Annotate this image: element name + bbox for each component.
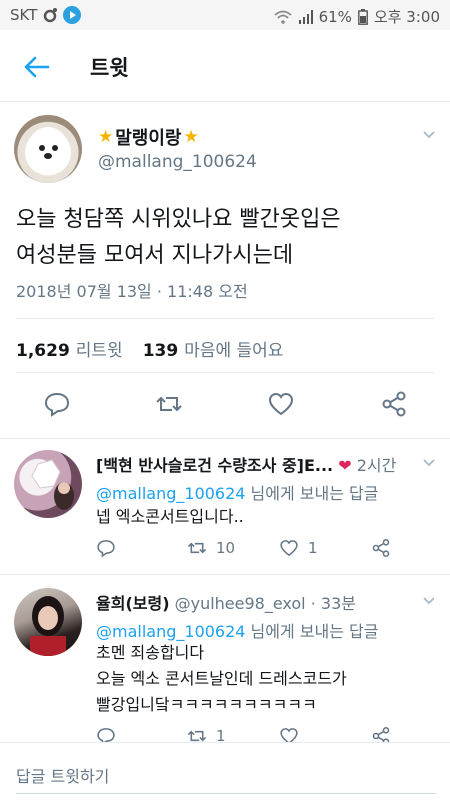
- tweet-stats: 1,629 리트윗 139 마음에 들어요: [16, 336, 297, 361]
- reply-time: · 33분: [310, 594, 356, 613]
- divider: [0, 574, 450, 575]
- avatar[interactable]: [14, 450, 82, 518]
- status-bar-right: 61% 오후 3:00: [273, 6, 440, 27]
- tweet-text-line: 여성분들 모여서 지나가시는데: [16, 243, 294, 268]
- heart-icon: [280, 728, 298, 742]
- avatar[interactable]: [14, 115, 82, 183]
- reply-icon: [97, 728, 115, 742]
- retweet-button[interactable]: 10: [186, 538, 235, 558]
- wifi-icon: [274, 10, 292, 24]
- reply-author-handle[interactable]: @yulhee98_exol: [175, 594, 306, 613]
- person-photo-icon: [30, 596, 66, 656]
- chevron-down-icon[interactable]: [422, 456, 436, 470]
- retweet-count[interactable]: 1,629: [16, 341, 70, 361]
- author-display-name: 말랭이랑: [115, 128, 182, 149]
- divider: [0, 438, 450, 439]
- page-title: 트윗: [90, 56, 129, 80]
- reply-actions: 10 1: [96, 538, 406, 562]
- reply-text: 초멘 죄송합니다 오늘 엑소 콘서트날인데 드레스코드가 빨강입니닼ㅋㅋㅋㅋㅋㅋ…: [96, 640, 416, 718]
- like-count[interactable]: 139: [143, 341, 179, 361]
- back-button[interactable]: [22, 52, 52, 82]
- reply-to-suffix: 님에게 보내는 답글: [245, 484, 379, 503]
- reply-button[interactable]: [96, 538, 116, 558]
- signal-icon: [298, 9, 313, 24]
- tweet-timestamp[interactable]: 2018년 07월 13일 · 11:48 오전: [16, 278, 248, 302]
- share-button[interactable]: [370, 726, 392, 742]
- reply-button[interactable]: [96, 726, 116, 742]
- status-bar: SKT 61% 오후 3:00: [0, 0, 450, 30]
- retweet-button[interactable]: 1: [186, 726, 226, 742]
- retweet-icon: [187, 730, 207, 742]
- retweet-icon: [187, 542, 207, 554]
- divider: [16, 372, 434, 373]
- retweet-count: 1: [216, 727, 226, 742]
- dog-nose: [44, 153, 52, 159]
- tweet-text-line: 오늘 청담쪽 시위있나요 빨간옷입은: [16, 207, 341, 232]
- play-circle-icon: [63, 6, 82, 24]
- replying-to: @mallang_100624 님에게 보내는 답글: [96, 480, 379, 504]
- chevron-down-icon[interactable]: [422, 128, 436, 142]
- compose-underline: [16, 793, 436, 794]
- exo-logo-icon: [31, 459, 74, 510]
- reply-to-mention[interactable]: @mallang_100624: [96, 622, 245, 641]
- clock: 오후 3:00: [373, 8, 440, 26]
- battery-icon: [358, 8, 368, 25]
- author-name[interactable]: ★ 말랭이랑 ★: [98, 124, 199, 150]
- tweet-text: 오늘 청담쪽 시위있나요 빨간옷입은 여성분들 모여서 지나가시는데: [16, 202, 436, 274]
- share-button[interactable]: [370, 538, 392, 558]
- reply-compose-input[interactable]: 답글 트윗하기: [16, 763, 109, 787]
- reply-to-mention[interactable]: @mallang_100624: [96, 484, 245, 503]
- reply-to-suffix: 님에게 보내는 답글: [245, 622, 379, 641]
- retweet-count: 10: [216, 539, 236, 557]
- heart-icon[interactable]: [267, 390, 295, 418]
- like-label[interactable]: 마음에 들어요: [184, 336, 283, 361]
- reply-author-name[interactable]: 율희(보령): [96, 594, 170, 613]
- heart-emoji-icon: ❤: [338, 456, 352, 475]
- sparkle-star-icon: ★: [183, 127, 199, 147]
- replying-to: @mallang_100624 님에게 보내는 답글: [96, 618, 379, 642]
- status-bar-left: SKT: [10, 6, 82, 24]
- share-icon[interactable]: [380, 390, 408, 418]
- reply-actions: 1: [96, 726, 406, 742]
- battery-percent: 61%: [318, 7, 352, 26]
- avatar[interactable]: [14, 588, 82, 656]
- dog-face-image: [28, 127, 68, 169]
- reply-time: 2시간: [356, 456, 397, 475]
- reply-tweet[interactable]: 율희(보령) @yulhee98_exol · 33분 @mallang_100…: [0, 576, 450, 742]
- like-count: 1: [308, 539, 318, 557]
- reply-header: 율희(보령) @yulhee98_exol · 33분: [96, 590, 356, 614]
- like-button[interactable]: 1: [278, 538, 318, 558]
- retweet-label[interactable]: 리트윗: [76, 336, 123, 361]
- reply-icon: [97, 540, 115, 558]
- reply-text: 넵 엑소콘서트입니다..: [96, 504, 416, 530]
- share-icon: [372, 539, 390, 557]
- reply-text-line: 빨강입니닼ㅋㅋㅋㅋㅋㅋㅋㅋㅋㅋ: [96, 695, 317, 714]
- chevron-down-icon[interactable]: [422, 594, 436, 608]
- tweet-actions: [0, 390, 450, 420]
- heart-icon: [280, 540, 298, 557]
- reply-text-line: 초멘 죄송합니다: [96, 643, 205, 662]
- app-header: 트윗: [0, 30, 450, 102]
- reply-icon[interactable]: [43, 390, 71, 418]
- reply-compose-bar[interactable]: 답글 트윗하기: [0, 742, 450, 800]
- settings-gear-icon: [44, 8, 58, 23]
- reply-author-name[interactable]: [백현 반사슬로건 수량조사 중]E...: [96, 456, 333, 475]
- like-button[interactable]: [278, 726, 300, 742]
- reply-header: [백현 반사슬로건 수량조사 중]E... ❤ 2시간: [96, 452, 396, 476]
- divider: [16, 318, 434, 319]
- share-icon: [372, 727, 390, 742]
- retweet-icon[interactable]: [155, 390, 183, 418]
- author-handle[interactable]: @mallang_100624: [98, 152, 257, 172]
- reply-text-line: 넵 엑소콘서트입니다..: [96, 507, 244, 526]
- reply-text-line: 오늘 엑소 콘서트날인데 드레스코드가: [96, 669, 347, 688]
- back-arrow-icon: [24, 56, 50, 78]
- reply-tweet[interactable]: [백현 반사슬로건 수량조사 중]E... ❤ 2시간 @mallang_100…: [0, 440, 450, 570]
- sparkle-star-icon: ★: [98, 127, 114, 147]
- carrier-label: SKT: [10, 6, 38, 24]
